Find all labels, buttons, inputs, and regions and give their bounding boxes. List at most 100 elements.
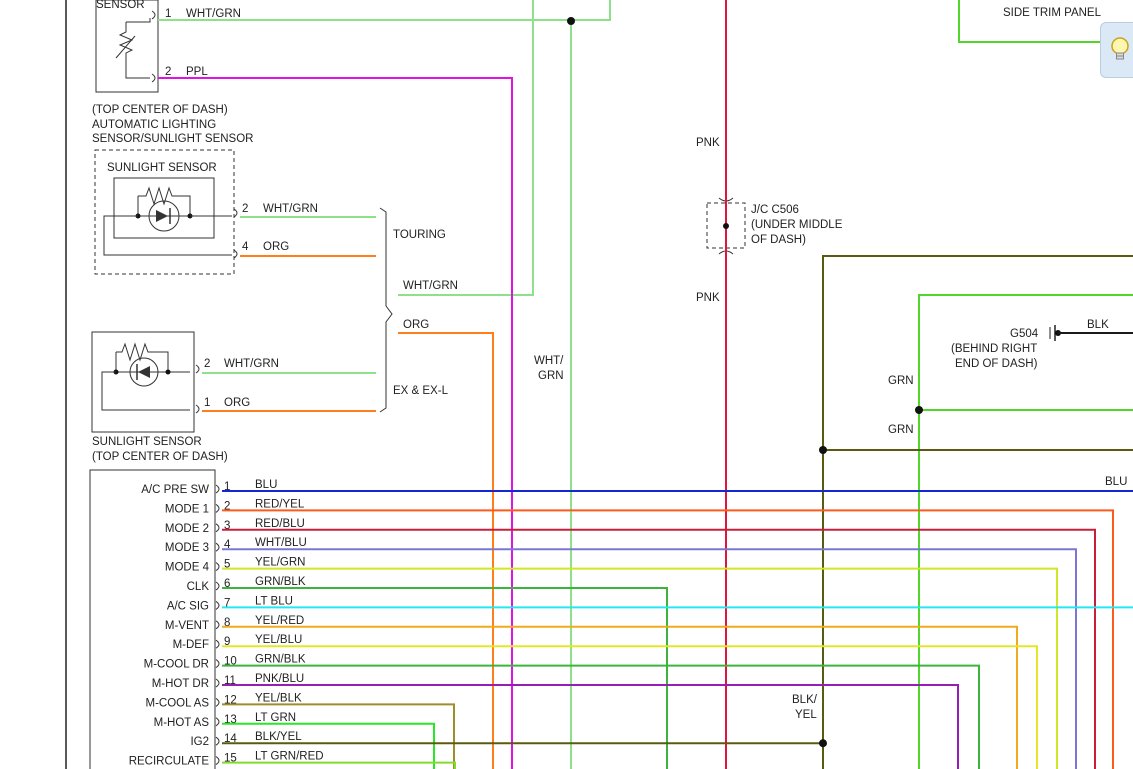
pin-name-9: M-DEF [173,639,209,651]
lightbulb-icon [1111,37,1129,60]
junction-label-2: (UNDER MIDDLE [751,219,843,231]
pin-wire-label-6: GRN/BLK [255,576,306,588]
pin-wire-label-13: LT GRN [255,712,296,724]
ex-pin-1: 1 [204,397,210,409]
pin-wire-label-11: PNK/BLU [255,673,304,685]
ground-location-2: END OF DASH) [955,358,1038,370]
ex-label: EX & EX-L [393,385,449,397]
wire-label-grn-1: GRN [888,375,914,387]
pin-wire-label-7: LT BLU [255,595,293,607]
pin-connector-6 [215,581,220,591]
wire-label-grn-2: GRN [888,424,914,436]
pin-wire-label-8: YEL/RED [255,615,304,627]
pin-name-7: A/C SIG [167,600,209,612]
pin-wire-label-14: BLK/YEL [255,731,302,743]
pin-connector-8 [215,620,220,630]
pin-name-3: MODE 2 [165,523,209,535]
pin-name-15: RECIRCULATE [129,756,210,768]
pin-connector-5 [215,562,220,572]
top-sensor-caption-2: AUTOMATIC LIGHTING [92,119,216,131]
wire-label-blk: BLK [1087,319,1109,331]
wire-label-pnk-top: PNK [696,137,720,149]
pin-connector-3 [215,523,220,533]
top-sensor-pin-2: 2 [165,66,171,78]
sunlight-sensor-ex: 2 WHT/GRN 1 ORG SUNLIGHT SENSOR (TOP CEN… [91,331,279,463]
ex-caption-2: (TOP CENTER OF DASH) [92,451,228,463]
wire-label-center-2: GRN [538,370,564,382]
wire-pin-10 [222,664,980,769]
wire-label-pnk-bottom: PNK [696,292,720,304]
wire-label-ppl: PPL [186,66,208,78]
splice-ig2 [819,739,827,748]
pin-connector-1 [215,484,220,494]
wire-label-touring-wht-grn: WHT/GRN [263,203,318,215]
pin-wire-label-1: BLU [255,479,277,491]
pin-connector-11 [215,678,220,688]
pin-name-4: MODE 3 [165,542,209,554]
pin-connector-9 [215,639,220,649]
wire-label-touring-org: ORG [263,241,289,253]
splice-grn [915,406,923,414]
pin-name-6: CLK [187,581,210,593]
wire-pin-8 [222,625,1018,769]
wire-pin-11 [222,684,959,769]
pin-name-12: M-COOL AS [146,697,210,709]
pin-name-2: MODE 1 [165,503,209,515]
wire-pin-15 [222,761,456,769]
pin-connector-15 [215,756,220,766]
wire-pin-5 [222,567,1058,769]
junction-c506 [706,197,746,255]
junction-label-3: OF DASH) [751,234,806,246]
junction-label-1: J/C C506 [751,204,799,216]
wire-pin-4 [222,548,1077,769]
pin-connector-14 [215,736,220,746]
pin-name-8: M-VENT [165,620,209,632]
pin-name-1: A/C PRE SW [141,484,209,496]
top-sensor-caption-3: SENSOR/SUNLIGHT SENSOR [92,133,253,145]
touring-pin-4: 4 [242,241,249,253]
top-sensor-caption-1: (TOP CENTER OF DASH) [92,104,228,116]
pin-wire-label-3: RED/BLU [255,518,305,530]
pin-wire-label-12: YEL/BLK [255,692,302,704]
pin-wire-label-10: GRN/BLK [255,654,306,666]
pin-wire-label-5: YEL/GRN [255,557,306,569]
top-sensor: SENSOR 1 WHT/GRN 2 PPL (TOP CENTER OF DA… [92,0,253,145]
wiring-diagram: SENSOR 1 WHT/GRN 2 PPL (TOP CENTER OF DA… [65,0,1133,769]
ex-caption-1: SUNLIGHT SENSOR [92,436,202,448]
wire-label-ex-org: ORG [224,397,250,409]
wire-label-blk-yel-2: YEL [795,709,817,721]
pin-name-10: M-COOL DR [144,659,209,671]
pin-wire-label-15: LT GRN/RED [255,751,324,763]
pin-connector-10 [215,659,220,669]
pin-wire-label-9: YEL/BLU [255,634,302,646]
hint-button[interactable] [1100,22,1133,78]
pin-name-13: M-HOT AS [154,717,210,729]
pin-name-11: M-HOT DR [152,678,209,690]
pin-name-5: MODE 4 [165,562,210,574]
wire-label-blu-right: BLU [1105,476,1127,488]
pin-connector-4 [215,542,220,552]
wire-label-bundle-org: ORG [403,319,429,331]
wire-label-ex-wht-grn: WHT/GRN [224,358,279,370]
touring-pin-2: 2 [242,203,248,215]
wire-label-blk-yel-1: BLK/ [792,694,818,706]
wire-label-wht-grn-top: WHT/GRN [186,8,241,20]
pin-connector-12 [215,697,220,707]
pin-connector-7 [215,600,220,610]
ground-location-1: (BEHIND RIGHT [951,343,1037,355]
sunlight-sensor-title: SUNLIGHT SENSOR [107,162,217,174]
pin-wire-label-4: WHT/BLU [255,537,307,549]
option-bracket [379,207,393,413]
control-unit-wires [222,490,1133,769]
splice-dot [567,17,575,25]
wire-label-center-1: WHT/ [534,355,564,367]
pin-wire-label-2: RED/YEL [255,498,305,510]
top-sensor-pin-1: 1 [165,8,171,20]
pin-connector-2 [215,503,220,513]
ex-pin-2: 2 [204,358,210,370]
splice-blk-yel [819,446,827,454]
wire-label-bundle-wht-grn: WHT/GRN [403,280,458,292]
side-trim-label: SIDE TRIM PANEL [1003,7,1102,19]
ground-name: G504 [1010,328,1039,340]
pin-connector-13 [215,717,220,727]
